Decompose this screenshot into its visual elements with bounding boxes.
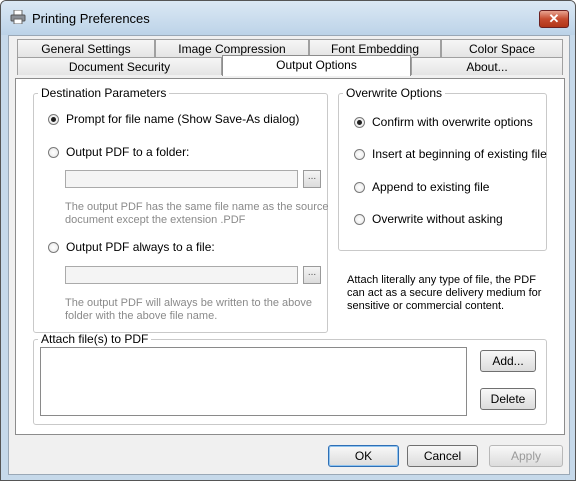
folder-hint-line-1: The output PDF has the same file name as… bbox=[65, 201, 329, 213]
overwrite-options-group: Overwrite Options bbox=[338, 86, 547, 251]
tab-output-options[interactable]: Output Options bbox=[222, 55, 411, 76]
attach-note-line-1: Attach literally any type of file, the P… bbox=[347, 274, 536, 286]
radio-circle bbox=[354, 181, 365, 193]
printer-icon bbox=[10, 10, 26, 24]
output-options-panel: Destination Parameters Prompt for file n… bbox=[15, 78, 565, 435]
destination-parameters-legend: Destination Parameters bbox=[41, 86, 167, 100]
prompt-file-name-label: Prompt for file name (Show Save-As dialo… bbox=[66, 112, 300, 126]
cancel-button[interactable]: Cancel bbox=[407, 445, 478, 467]
radio-circle bbox=[48, 146, 59, 158]
insert-beginning-label: Insert at beginning of existing file bbox=[372, 147, 547, 161]
attached-files-list[interactable] bbox=[40, 347, 467, 416]
radio-circle-checked bbox=[48, 113, 59, 125]
tab-document-security[interactable]: Document Security bbox=[17, 57, 222, 75]
insert-beginning-radio[interactable]: Insert at beginning of existing file bbox=[354, 147, 547, 161]
radio-circle bbox=[48, 241, 59, 253]
window-title: Printing Preferences bbox=[32, 11, 150, 26]
append-existing-radio[interactable]: Append to existing file bbox=[354, 180, 489, 194]
confirm-overwrite-label: Confirm with overwrite options bbox=[372, 115, 533, 129]
overwrite-without-asking-label: Overwrite without asking bbox=[372, 212, 503, 226]
output-to-file-label: Output PDF always to a file: bbox=[66, 240, 215, 254]
file-hint-line-2: folder with the above file name. bbox=[65, 310, 218, 322]
prompt-file-name-radio[interactable]: Prompt for file name (Show Save-As dialo… bbox=[48, 112, 299, 126]
ok-button[interactable]: OK bbox=[328, 445, 399, 467]
file-browse-button[interactable]: ... bbox=[303, 266, 321, 284]
tab-general-settings[interactable]: General Settings bbox=[17, 39, 155, 57]
radio-circle-checked bbox=[354, 116, 365, 128]
radio-circle bbox=[354, 148, 365, 160]
attach-note-line-3: sensitive or commercial content. bbox=[347, 300, 505, 312]
dialog-client-area: General Settings Image Compression Font … bbox=[8, 35, 570, 475]
output-to-folder-radio[interactable]: Output PDF to a folder: bbox=[48, 145, 189, 159]
file-hint-line-1: The output PDF will always be written to… bbox=[65, 297, 313, 309]
folder-hint-line-2: document except the extension .PDF bbox=[65, 214, 246, 226]
attach-note-line-2: can act as a secure delivery medium for bbox=[347, 287, 542, 299]
add-file-button[interactable]: Add... bbox=[480, 350, 536, 372]
printing-preferences-window: Printing Preferences ✕ General Settings … bbox=[0, 0, 576, 481]
output-to-folder-label: Output PDF to a folder: bbox=[66, 145, 190, 159]
title-bar[interactable]: Printing Preferences ✕ bbox=[1, 1, 575, 35]
delete-file-button[interactable]: Delete bbox=[480, 388, 536, 410]
folder-path-input[interactable] bbox=[65, 170, 298, 188]
tab-color-space[interactable]: Color Space bbox=[441, 39, 563, 57]
radio-circle bbox=[354, 213, 365, 225]
overwrite-without-asking-radio[interactable]: Overwrite without asking bbox=[354, 212, 503, 226]
overwrite-options-legend: Overwrite Options bbox=[346, 86, 443, 100]
close-button[interactable]: ✕ bbox=[539, 10, 569, 28]
folder-browse-button[interactable]: ... bbox=[303, 170, 321, 188]
confirm-overwrite-radio[interactable]: Confirm with overwrite options bbox=[354, 115, 533, 129]
attach-files-legend: Attach file(s) to PDF bbox=[41, 332, 149, 346]
output-to-file-radio[interactable]: Output PDF always to a file: bbox=[48, 240, 215, 254]
file-path-input[interactable] bbox=[65, 266, 298, 284]
append-existing-label: Append to existing file bbox=[372, 180, 490, 194]
tab-about[interactable]: About... bbox=[411, 57, 563, 75]
apply-button[interactable]: Apply bbox=[489, 445, 563, 467]
